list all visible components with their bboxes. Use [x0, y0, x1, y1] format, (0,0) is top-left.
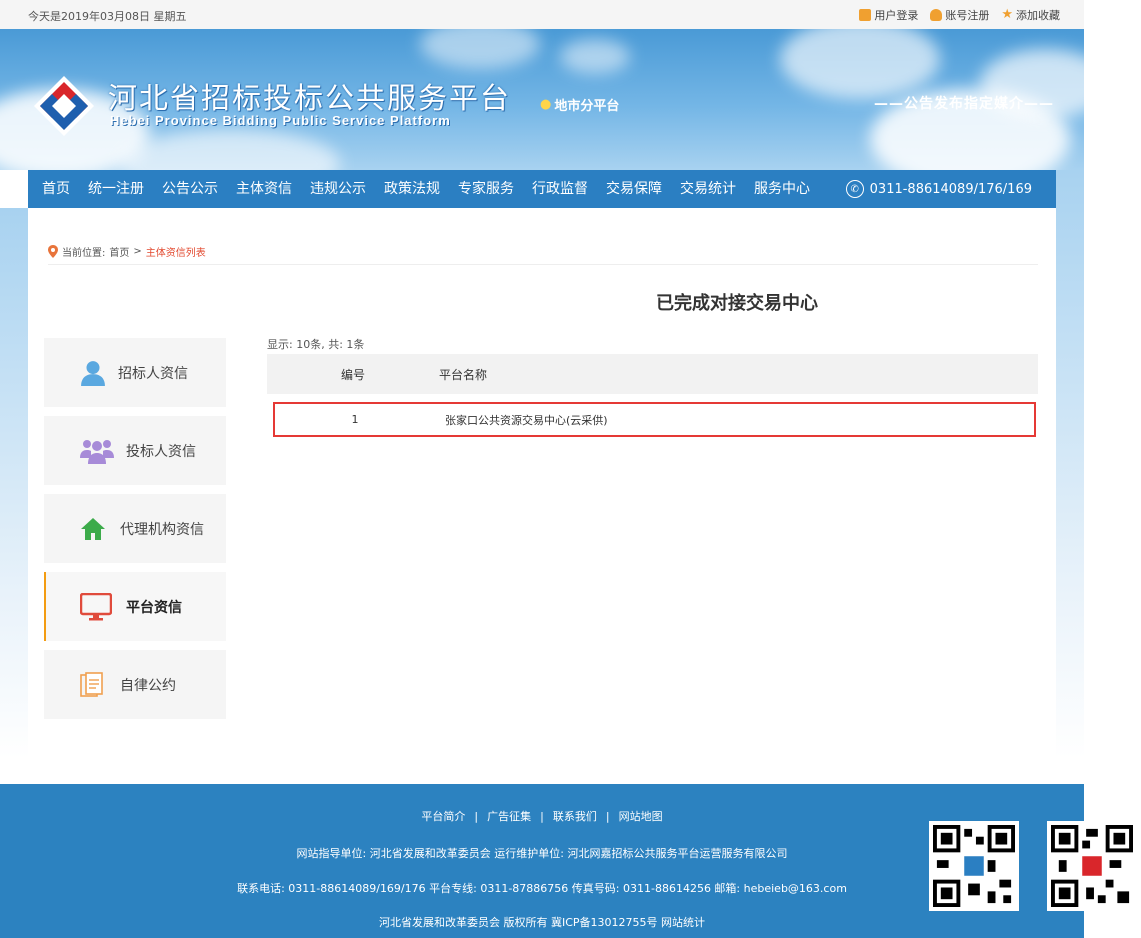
cloud-decoration — [780, 29, 940, 99]
side-item-label: 招标人资信 — [118, 365, 188, 382]
breadcrumb-current: 主体资信列表 — [145, 248, 206, 259]
nav-statistics[interactable]: 交易统计 — [671, 170, 745, 208]
platform-table: 编号 平台名称 1 张家口公共资源交易中心(云采供) — [267, 354, 1038, 437]
nav-home[interactable]: 首页 — [28, 170, 79, 208]
side-item-label: 平台资信 — [126, 599, 182, 616]
lock-icon — [859, 9, 872, 21]
side-item-convention[interactable]: 自律公约 — [44, 650, 226, 719]
column-header-name: 平台名称 — [439, 367, 488, 382]
person-icon — [81, 360, 105, 386]
header-slogan: ——公告发布指定媒介—— — [874, 96, 1054, 112]
site-title: 河北省招标投标公共服务平台 — [108, 81, 512, 115]
main-content: 当前位置: 首页 > 主体资信列表 已完成对接交易中心 招标人资信 投标人资信 — [28, 208, 1056, 743]
column-header-no: 编号 — [340, 367, 365, 382]
city-subplatform-label: 地市分平台 — [554, 99, 620, 114]
side-item-agency[interactable]: 代理机构资信 — [44, 494, 226, 563]
register-label: 账号注册 — [945, 9, 990, 22]
nav-experts[interactable]: 专家服务 — [449, 170, 523, 208]
star-icon: ★ — [1001, 7, 1013, 22]
login-link[interactable]: 用户登录 — [859, 7, 918, 23]
footer-copyright: 河北省发展和改革委员会 版权所有 冀ICP备13012755号 网站统计 — [378, 916, 706, 929]
footer-organizers: 网站指导单位: 河北省发展和改革委员会 运行维护单位: 河北网嘉招标公共服务平台… — [296, 847, 788, 860]
qr-code-icon — [933, 825, 1015, 907]
page-background-right — [1056, 170, 1084, 758]
side-item-platform[interactable]: 平台资信 — [44, 572, 226, 641]
site-header: 河北省招标投标公共服务平台 Hebei Province Bidding Pub… — [0, 29, 1084, 170]
nav-phone: ✆ 0311-88614089/176/169 — [845, 180, 1032, 198]
nav-credit[interactable]: 主体资信 — [227, 170, 301, 208]
row-number: 1 — [351, 413, 359, 426]
footer-separator: | — [540, 810, 544, 823]
qr-code — [1047, 821, 1137, 911]
breadcrumb-prefix: 当前位置: — [62, 248, 106, 259]
footer-contact: 联系电话: 0311-88614089/169/176 平台专线: 0311-8… — [237, 882, 847, 895]
footer-link-about[interactable]: 平台简介 — [421, 810, 465, 823]
footer-link-contact[interactable]: 联系我们 — [553, 810, 597, 823]
nav-guarantee[interactable]: 交易保障 — [597, 170, 671, 208]
side-item-label: 自律公约 — [120, 677, 176, 694]
qr-code — [929, 821, 1019, 911]
result-count: 显示: 10条, 共: 1条 — [267, 338, 365, 351]
row-platform-name[interactable]: 张家口公共资源交易中心(云采供) — [435, 412, 1034, 428]
current-date: 今天是2019年03月08日 星期五 — [28, 10, 187, 23]
top-bar: 今天是2019年03月08日 星期五 用户登录 账号注册 ★ 添加收藏 — [0, 0, 1084, 29]
monitor-icon — [80, 592, 112, 620]
nav-announcements[interactable]: 公告公示 — [153, 170, 227, 208]
breadcrumb-separator: > — [133, 246, 142, 257]
side-item-bidder[interactable]: 投标人资信 — [44, 416, 226, 485]
platform-logo — [34, 76, 94, 136]
cloud-decoration — [560, 39, 630, 74]
footer-separator: | — [605, 810, 610, 823]
cloud-decoration — [420, 29, 540, 69]
register-link[interactable]: 账号注册 — [930, 7, 989, 23]
cloud-decoration — [120, 129, 340, 170]
user-icon — [930, 9, 943, 21]
top-links: 用户登录 账号注册 ★ 添加收藏 — [859, 7, 1060, 23]
table-row[interactable]: 1 张家口公共资源交易中心(云采供) — [273, 402, 1036, 437]
page-background-left — [0, 208, 28, 758]
phone-icon: ✆ — [845, 180, 864, 198]
group-icon — [80, 439, 114, 464]
breadcrumb-home[interactable]: 首页 — [109, 244, 129, 259]
side-item-tenderer[interactable]: 招标人资信 — [44, 338, 226, 407]
table-header: 编号 平台名称 — [267, 354, 1038, 394]
home-icon — [81, 517, 105, 540]
location-pin-icon — [48, 245, 58, 258]
nav-phone-number: 0311-88614089/176/169 — [869, 181, 1032, 197]
city-subplatform-link[interactable]: ● 地市分平台 — [540, 95, 619, 114]
main-nav: 首页 统一注册 公告公示 主体资信 违规公示 政策法规 专家服务 行政监督 交易… — [28, 170, 1056, 208]
side-menu: 招标人资信 投标人资信 代理机构资信 平台资信 自律公约 — [44, 338, 226, 728]
side-item-label: 代理机构资信 — [120, 521, 204, 538]
footer-link-ads[interactable]: 广告征集 — [487, 810, 531, 823]
site-footer: 平台简介 | 广告征集 | 联系我们 | 网站地图 网站指导单位: 河北省发展和改革委员会 … — [0, 784, 1137, 938]
location-pin-icon: ● — [540, 97, 552, 112]
footer-separator: | — [474, 810, 479, 823]
breadcrumb: 当前位置: 首页 > 主体资信列表 — [48, 244, 206, 259]
nav-policies[interactable]: 政策法规 — [375, 170, 449, 208]
side-item-label: 投标人资信 — [126, 443, 196, 460]
nav-supervision[interactable]: 行政监督 — [523, 170, 597, 208]
breadcrumb-divider — [48, 264, 1038, 265]
nav-violations[interactable]: 违规公示 — [301, 170, 375, 208]
favorite-link[interactable]: ★ 添加收藏 — [1001, 7, 1060, 23]
footer-links: 平台简介 | 广告征集 | 联系我们 | 网站地图 — [0, 808, 1084, 824]
favorite-label: 添加收藏 — [1016, 9, 1060, 22]
document-icon — [80, 671, 103, 697]
page-title: 已完成对接交易中心 — [656, 293, 818, 314]
nav-service-center[interactable]: 服务中心 — [745, 170, 819, 208]
footer-link-sitemap[interactable]: 网站地图 — [619, 810, 663, 823]
qr-code-icon — [1051, 825, 1133, 907]
login-label: 用户登录 — [874, 9, 919, 22]
nav-register[interactable]: 统一注册 — [79, 170, 153, 208]
site-title-en: Hebei Province Bidding Public Service Pl… — [110, 113, 451, 128]
